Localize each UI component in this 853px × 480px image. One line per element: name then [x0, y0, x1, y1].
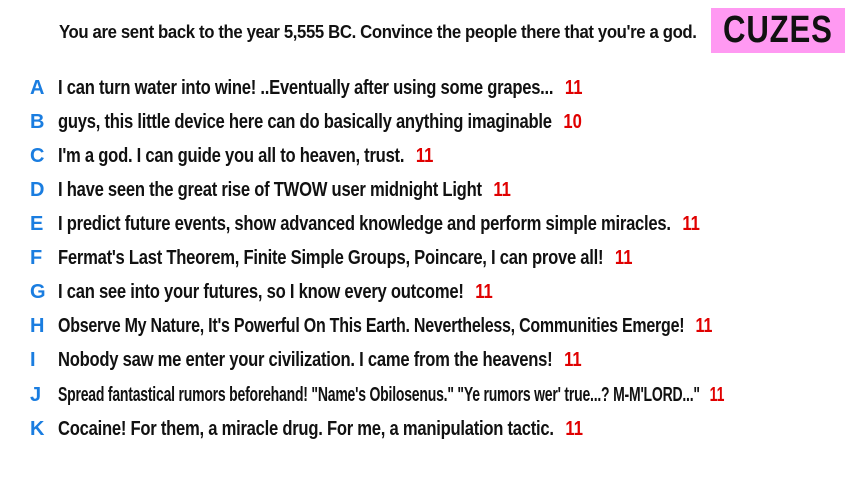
- response-text: Spread fantastical rumors beforehand! "N…: [58, 383, 700, 406]
- response-score: 10: [563, 110, 582, 133]
- response-row: D I have seen the great rise of TWOW use…: [0, 175, 853, 205]
- response-score: 11: [682, 212, 700, 235]
- response-text: Cocaine! For them, a miracle drug. For m…: [58, 417, 554, 440]
- response-letter: I: [30, 348, 36, 371]
- response-row: K Cocaine! For them, a miracle drug. For…: [0, 414, 853, 444]
- response-line: Nobody saw me enter your civilization. I…: [58, 349, 582, 372]
- response-line: I can turn water into wine! ..Eventually…: [58, 77, 582, 100]
- response-line: Cocaine! For them, a miracle drug. For m…: [58, 418, 583, 441]
- response-letter: K: [30, 417, 45, 440]
- response-score: 11: [493, 178, 511, 201]
- response-row: G I can see into your futures, so I know…: [0, 277, 853, 307]
- response-row: H Observe My Nature, It's Powerful On Th…: [0, 311, 853, 341]
- response-score: 11: [564, 348, 582, 371]
- response-letter: J: [30, 383, 42, 406]
- response-score: 11: [475, 280, 493, 303]
- response-line: I'm a god. I can guide you all to heaven…: [58, 145, 433, 168]
- response-score: 11: [565, 417, 583, 440]
- response-text: I can turn water into wine! ..Eventually…: [58, 76, 554, 99]
- response-line: I can see into your futures, so I know e…: [58, 281, 493, 304]
- response-text: I have seen the great rise of TWOW user …: [58, 178, 482, 201]
- response-text: I can see into your futures, so I know e…: [58, 280, 464, 303]
- response-text: Nobody saw me enter your civilization. I…: [58, 348, 553, 371]
- response-line: Observe My Nature, It's Powerful On This…: [58, 315, 712, 338]
- response-score: 11: [564, 76, 583, 99]
- response-line: guys, this little device here can do bas…: [58, 111, 582, 134]
- response-score: 11: [709, 383, 725, 406]
- response-text: guys, this little device here can do bas…: [58, 110, 552, 133]
- response-line: I have seen the great rise of TWOW user …: [58, 179, 511, 202]
- response-letter: E: [30, 212, 44, 235]
- response-letter: G: [30, 280, 46, 303]
- response-letter: H: [30, 314, 45, 337]
- response-row: C I'm a god. I can guide you all to heav…: [0, 141, 853, 171]
- prompt-text: You are sent back to the year 5,555 BC. …: [59, 22, 697, 42]
- contestant-badge: CUZES: [711, 8, 845, 53]
- response-row: F Fermat's Last Theorem, Finite Simple G…: [0, 243, 853, 273]
- response-letter: A: [30, 76, 45, 99]
- response-text: Fermat's Last Theorem, Finite Simple Gro…: [58, 246, 604, 269]
- response-letter: B: [30, 110, 45, 133]
- response-text: Observe My Nature, It's Powerful On This…: [58, 314, 685, 337]
- response-letter: D: [30, 178, 45, 201]
- response-row: B guys, this little device here can do b…: [0, 107, 853, 137]
- response-line: Fermat's Last Theorem, Finite Simple Gro…: [58, 247, 632, 270]
- response-line: Spread fantastical rumors beforehand! "N…: [58, 384, 724, 407]
- response-score: 11: [415, 144, 434, 167]
- response-row: I Nobody saw me enter your civilization.…: [0, 345, 853, 375]
- response-letter: C: [30, 144, 45, 167]
- response-line: I predict future events, show advanced k…: [58, 213, 700, 236]
- contestant-name: CUZES: [723, 9, 833, 51]
- response-row: J Spread fantastical rumors beforehand! …: [0, 380, 853, 410]
- response-row: A I can turn water into wine! ..Eventual…: [0, 73, 853, 103]
- response-letter: F: [30, 246, 43, 269]
- response-text: I'm a god. I can guide you all to heaven…: [58, 144, 405, 167]
- response-row: E I predict future events, show advanced…: [0, 209, 853, 239]
- response-text: I predict future events, show advanced k…: [58, 212, 671, 235]
- response-score: 11: [695, 314, 713, 337]
- response-score: 11: [614, 246, 633, 269]
